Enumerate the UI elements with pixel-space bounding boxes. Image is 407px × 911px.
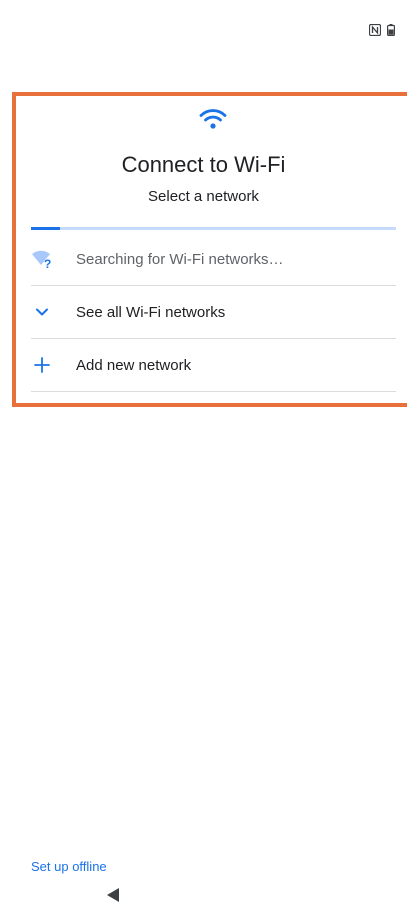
set-up-offline-link[interactable]: Set up offline [31,859,107,874]
list-item-see-all-networks[interactable]: See all Wi-Fi networks [31,286,396,339]
wifi-searching-icon: ? [31,248,53,270]
nfc-icon [369,24,381,36]
battery-icon [387,24,395,36]
svg-text:?: ? [44,257,51,269]
plus-icon [31,354,53,376]
list-item-add-new-network[interactable]: Add new network [31,339,396,392]
list-item-label: See all Wi-Fi networks [76,303,226,321]
page-title: Connect to Wi-Fi [121,152,286,177]
page-subtitle: Select a network [148,188,259,205]
chevron-down-icon [31,301,53,323]
wifi-icon [199,108,227,130]
status-bar [369,24,395,36]
list-item-label: Searching for Wi-Fi networks… [76,250,284,268]
back-triangle-icon[interactable] [106,887,120,908]
progress-bar [31,227,396,230]
progress-fill [31,227,61,230]
wifi-setup-screen: Connect to Wi-Fi Select a network ? Sear… [0,0,407,911]
list-item-label: Add new network [76,356,192,374]
list-item-searching: ? Searching for Wi-Fi networks… [31,233,396,286]
